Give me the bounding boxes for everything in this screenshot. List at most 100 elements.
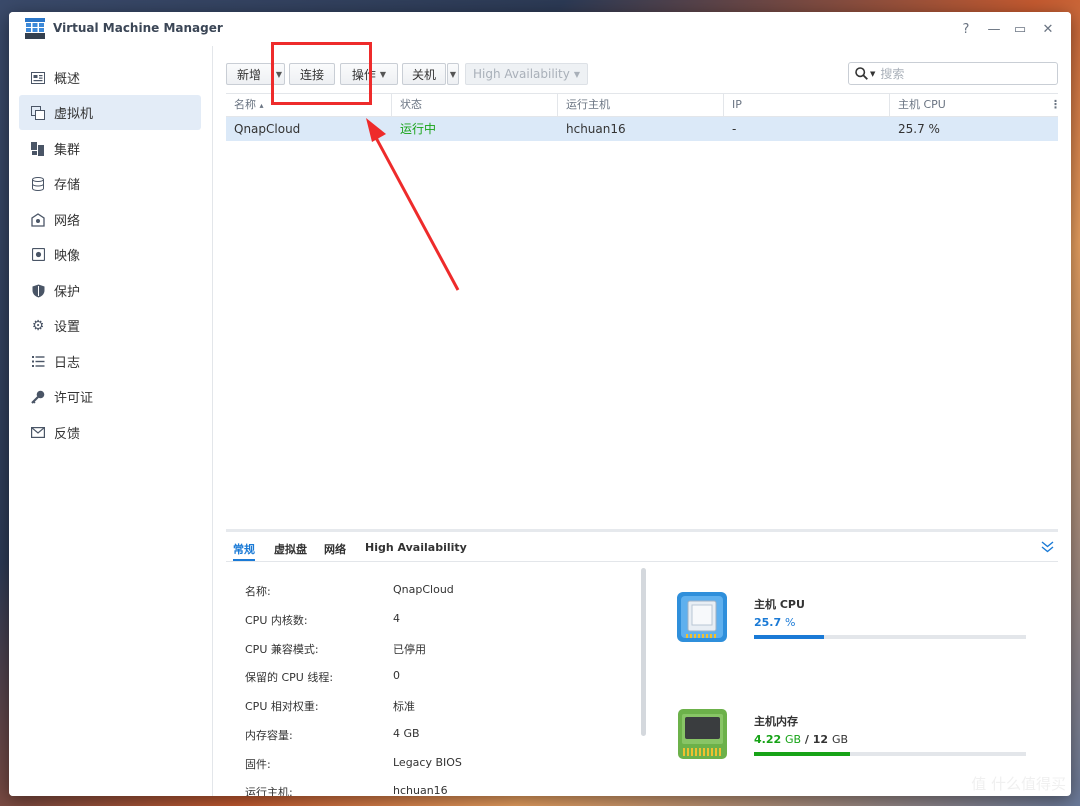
column-header-host[interactable]: 运行主机 bbox=[558, 94, 724, 117]
sidebar-item-vm[interactable]: 虚拟机 bbox=[19, 95, 201, 130]
memory-usage-title: 主机内存 bbox=[754, 715, 798, 728]
cpu-usage-value: 25.7 % bbox=[754, 616, 796, 629]
main-panel: 新增 ▼ 连接 操作 ▼ 关机 ▼ High Availability ▼ ▼ 搜索… bbox=[214, 46, 1071, 796]
prop-value-cpu-cores: 4 bbox=[393, 612, 400, 625]
active-tab-indicator bbox=[233, 559, 255, 561]
cluster-icon bbox=[31, 141, 45, 156]
prop-label-cpu-compat: CPU 兼容模式: bbox=[245, 643, 319, 656]
sidebar-item-label: 反馈 bbox=[54, 427, 81, 442]
search-input[interactable]: ▼ 搜索 bbox=[848, 62, 1058, 85]
detail-tabs: 常规 虚拟盘 网络 High Availability bbox=[226, 532, 1058, 562]
sidebar-item-network[interactable]: 网络 bbox=[19, 202, 201, 237]
sidebar-item-label: 集群 bbox=[54, 143, 81, 158]
high-availability-button[interactable]: High Availability ▼ bbox=[465, 63, 588, 85]
search-placeholder: 搜索 bbox=[880, 67, 905, 81]
tab-general[interactable]: 常规 bbox=[233, 541, 255, 557]
sidebar-item-label: 概述 bbox=[54, 72, 81, 87]
shutdown-button[interactable]: 关机 bbox=[402, 63, 446, 85]
watermark: 值 什么值得买 bbox=[971, 775, 1066, 793]
sidebar-item-overview[interactable]: 概述 bbox=[19, 60, 201, 95]
sidebar-item-image[interactable]: 映像 bbox=[19, 237, 201, 272]
memory-usage-bar-fill bbox=[754, 752, 850, 756]
sidebar-item-license[interactable]: 许可证 bbox=[19, 379, 201, 414]
window-title: Virtual Machine Manager bbox=[53, 21, 223, 35]
prop-value-cpu-compat: 已停用 bbox=[393, 643, 426, 656]
prop-value-name: QnapCloud bbox=[393, 583, 454, 596]
chevron-down-icon: ▼ bbox=[573, 69, 580, 79]
prop-value-firmware: Legacy BIOS bbox=[393, 756, 462, 769]
shutdown-button-label: 关机 bbox=[411, 67, 436, 82]
overview-icon bbox=[31, 71, 45, 85]
column-menu-icon[interactable]: ⋮ bbox=[1046, 94, 1061, 117]
sidebar-item-label: 存储 bbox=[54, 178, 81, 193]
ha-button-label: High Availability bbox=[473, 67, 570, 81]
sidebar-item-storage[interactable]: 存储 bbox=[19, 166, 201, 201]
memory-icon bbox=[678, 709, 727, 759]
search-options-chevron-icon[interactable]: ▼ bbox=[870, 70, 875, 78]
sidebar: 概述 虚拟机 集群 存储 网络 映像 保护 ⚙ 设置 日志 许可证 反馈 bbox=[9, 46, 213, 796]
sidebar-item-protection[interactable]: 保护 bbox=[19, 273, 201, 308]
prop-value-reserved-threads: 0 bbox=[393, 669, 400, 682]
mail-icon bbox=[31, 426, 45, 440]
sidebar-item-label: 日志 bbox=[54, 356, 81, 371]
key-icon bbox=[31, 390, 45, 404]
tab-high-availability[interactable]: High Availability bbox=[365, 541, 467, 554]
search-icon bbox=[855, 67, 868, 80]
storage-icon bbox=[31, 176, 45, 191]
sort-asc-icon: ▴ bbox=[259, 101, 264, 110]
vm-icon bbox=[31, 105, 45, 120]
sidebar-item-cluster[interactable]: 集群 bbox=[19, 131, 201, 166]
annotation-highlight-box bbox=[271, 42, 372, 105]
annotation-arrow-icon bbox=[366, 118, 460, 291]
chevron-down-icon: ▼ bbox=[379, 69, 387, 79]
sidebar-item-settings[interactable]: ⚙ 设置 bbox=[19, 308, 201, 343]
sidebar-item-label: 设置 bbox=[54, 320, 81, 335]
new-button-label: 新增 bbox=[236, 67, 261, 82]
sidebar-item-log[interactable]: 日志 bbox=[19, 344, 201, 379]
cpu-icon bbox=[677, 592, 727, 642]
minimize-button[interactable]: — bbox=[985, 20, 1003, 38]
properties-scrollbar[interactable] bbox=[641, 568, 646, 736]
row-vm-host: hchuan16 bbox=[566, 122, 626, 136]
prop-label-firmware: 固件: bbox=[245, 758, 271, 771]
column-header-cpu[interactable]: 主机 CPU bbox=[890, 94, 1046, 117]
help-button[interactable]: ? bbox=[957, 20, 975, 38]
close-button[interactable]: ✕ bbox=[1039, 20, 1057, 38]
cpu-usage-bar-fill bbox=[754, 635, 824, 639]
prop-label-cpu-cores: CPU 内核数: bbox=[245, 614, 308, 627]
prop-label-memory: 内存容量: bbox=[245, 729, 293, 742]
tab-network[interactable]: 网络 bbox=[324, 541, 346, 557]
prop-value-cpu-weight: 标准 bbox=[393, 700, 415, 713]
cpu-usage-bar bbox=[754, 635, 1026, 639]
row-vm-ip: - bbox=[732, 122, 737, 136]
prop-label-name: 名称: bbox=[245, 585, 271, 598]
list-icon bbox=[31, 355, 45, 369]
prop-value-running-host: hchuan16 bbox=[393, 784, 448, 796]
network-icon bbox=[31, 212, 45, 227]
sidebar-item-label: 网络 bbox=[54, 214, 81, 229]
shutdown-dropdown-button[interactable]: ▼ bbox=[447, 63, 459, 85]
vmm-window: Virtual Machine Manager ? — ▭ ✕ 概述 虚拟机 集… bbox=[9, 12, 1071, 796]
memory-usage-bar bbox=[754, 752, 1026, 756]
prop-label-cpu-weight: CPU 相对权重: bbox=[245, 700, 319, 713]
prop-value-memory: 4 GB bbox=[393, 727, 420, 740]
new-button[interactable]: 新增 bbox=[226, 63, 272, 85]
memory-usage-value: 4.22 GB / 12 GB bbox=[754, 733, 849, 746]
app-logo-icon bbox=[25, 18, 45, 39]
maximize-button[interactable]: ▭ bbox=[1011, 20, 1029, 38]
collapse-panel-icon[interactable] bbox=[1041, 541, 1054, 553]
chevron-down-icon: ▼ bbox=[449, 69, 457, 79]
tab-virtual-disk[interactable]: 虚拟盘 bbox=[274, 541, 307, 557]
sidebar-item-feedback[interactable]: 反馈 bbox=[19, 415, 201, 450]
title-bar: Virtual Machine Manager ? — ▭ ✕ bbox=[9, 12, 1071, 46]
table-row[interactable]: QnapCloud 运行中 hchuan16 - 25.7 % bbox=[226, 117, 1058, 141]
column-header-ip[interactable]: IP bbox=[724, 94, 890, 117]
image-icon bbox=[31, 248, 45, 262]
prop-label-running-host: 运行主机: bbox=[245, 786, 293, 796]
sidebar-item-label: 保护 bbox=[54, 285, 81, 300]
sidebar-item-label: 虚拟机 bbox=[54, 107, 94, 122]
sidebar-item-label: 许可证 bbox=[54, 391, 94, 406]
row-vm-name: QnapCloud bbox=[234, 122, 301, 136]
detail-panel: 常规 虚拟盘 网络 High Availability 名称: QnapClou… bbox=[226, 529, 1058, 796]
cpu-usage-title: 主机 CPU bbox=[754, 598, 805, 611]
